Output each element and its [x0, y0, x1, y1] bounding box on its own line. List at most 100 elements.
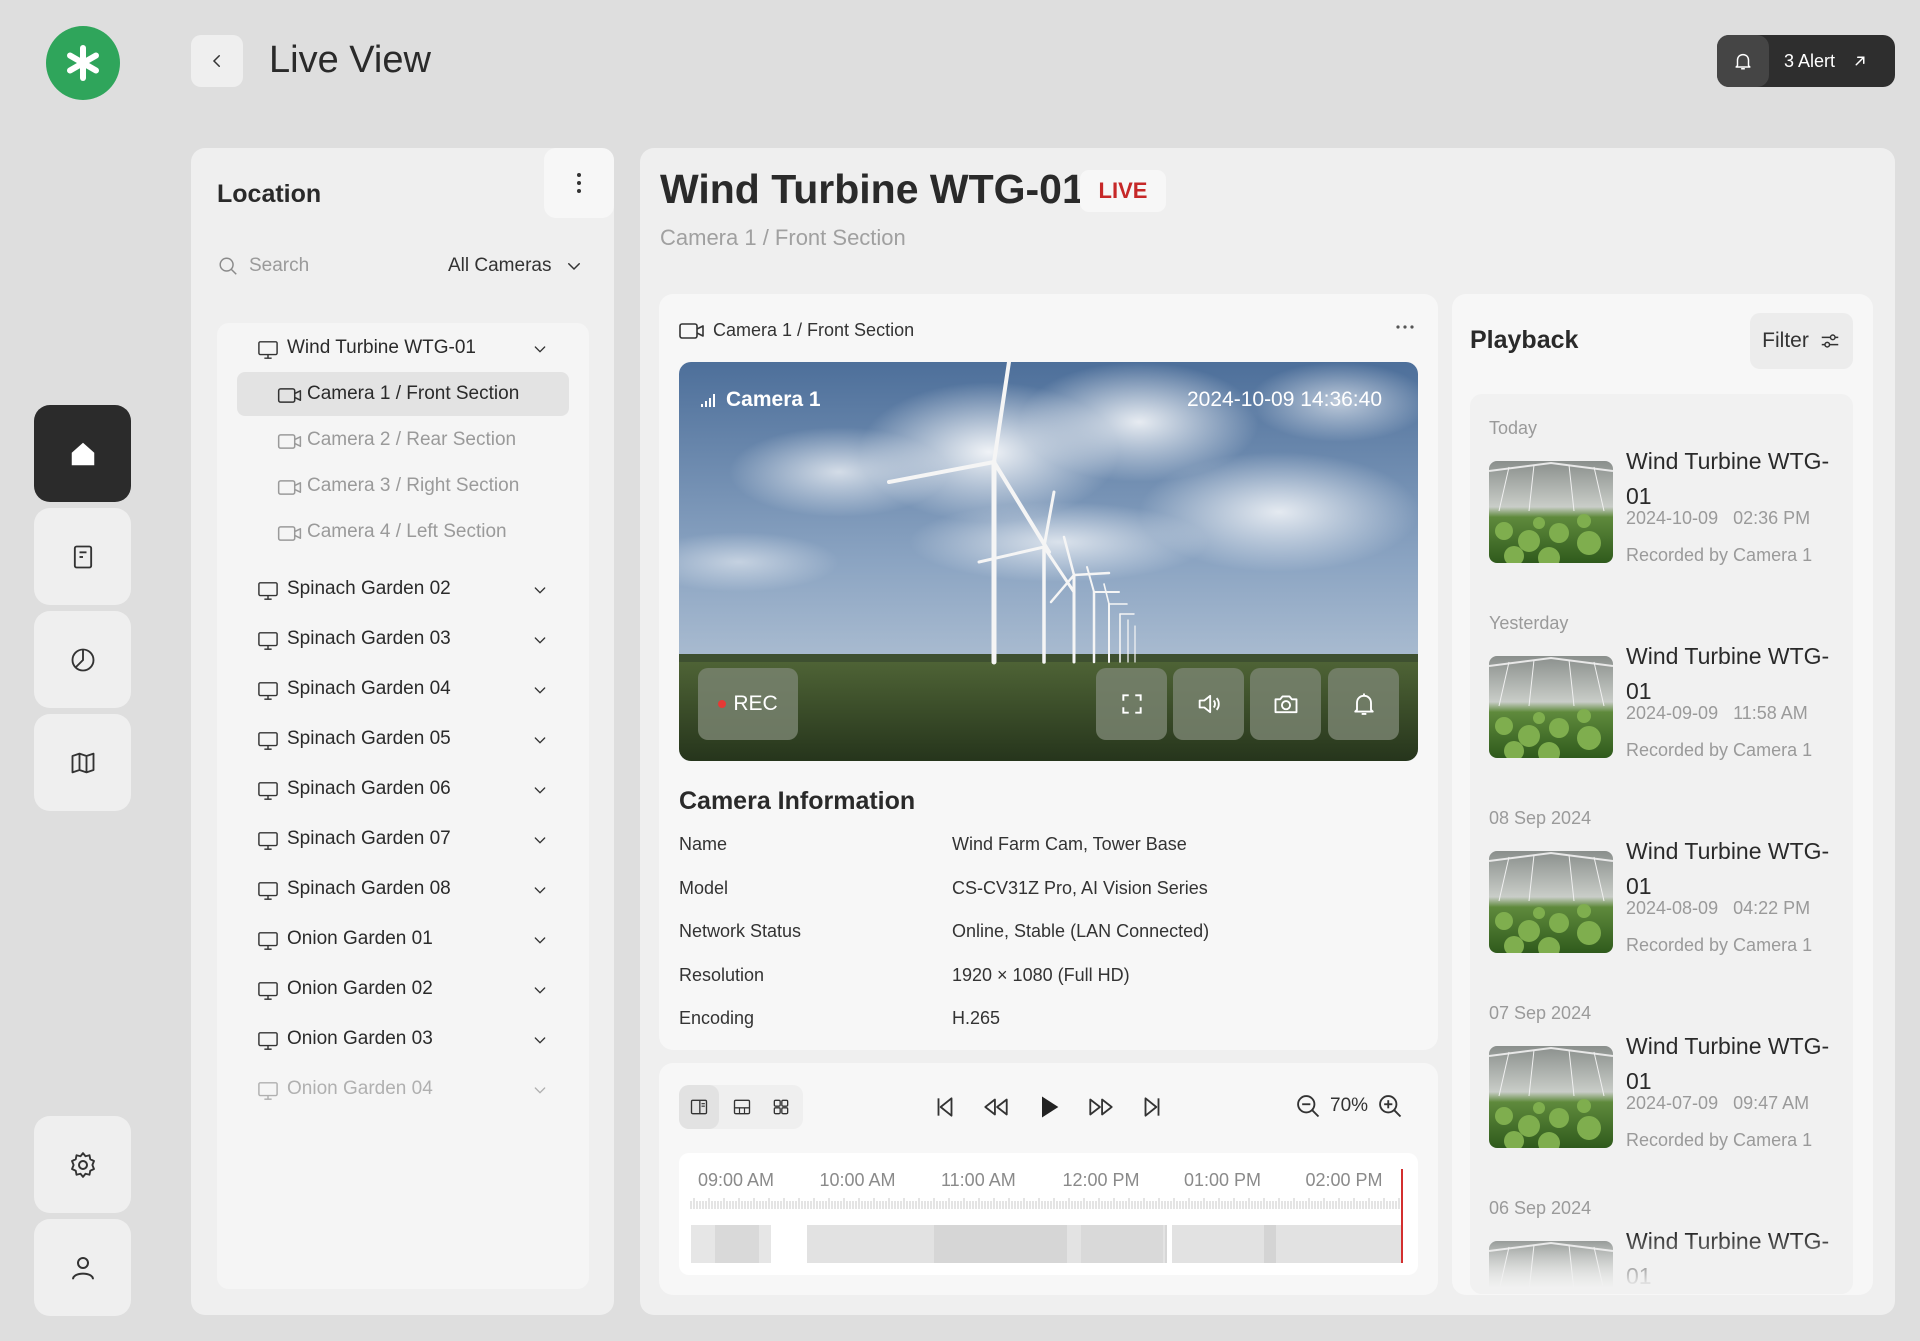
- location-search[interactable]: Search: [217, 255, 309, 277]
- chevron-down-icon[interactable]: [532, 882, 548, 898]
- tree-group-item[interactable]: Spinach Garden 03: [217, 616, 589, 662]
- playback-list: Today Wind Turbine WTG-01 2024-10-09 02:36…: [1470, 394, 1853, 1294]
- camera-info-value: H.265: [952, 1008, 1001, 1028]
- chevron-down-icon[interactable]: [532, 932, 548, 948]
- tree-group-label: Spinach Garden 04: [287, 678, 451, 699]
- playback-date-label: 07 Sep 2024: [1489, 1003, 1592, 1023]
- skip-back-button[interactable]: [930, 1092, 960, 1122]
- chevron-down-icon[interactable]: [532, 832, 548, 848]
- arrow-up-right-icon: [1855, 56, 1865, 66]
- chevron-down-icon[interactable]: [532, 782, 548, 798]
- nav-home-button[interactable]: [34, 405, 131, 502]
- fullscreen-button[interactable]: [1096, 668, 1167, 740]
- playback-item[interactable]: Today Wind Turbine WTG-01 2024-10-09 02:36…: [1470, 394, 1853, 584]
- playback-item[interactable]: Yesterday Wind Turbine WTG-01 2024-09-09 1…: [1470, 589, 1853, 779]
- camera-card-header: Camera 1 / Front Section: [679, 320, 914, 341]
- search-placeholder: Search: [249, 255, 310, 276]
- playback-date-label: 06 Sep 2024: [1489, 1198, 1592, 1218]
- back-button[interactable]: [191, 35, 243, 87]
- record-button[interactable]: REC: [698, 668, 798, 740]
- playback-item[interactable]: 08 Sep 2024 Wind Turbine WTG-01 2024-08-09…: [1470, 784, 1853, 974]
- playback-thumbnail[interactable]: [1489, 851, 1613, 953]
- monitor-icon: [257, 981, 279, 1001]
- tree-group-item[interactable]: Spinach Garden 06: [217, 766, 589, 812]
- alarm-button[interactable]: [1328, 668, 1399, 740]
- timeline-hour-label: 09:00 AM: [698, 1170, 775, 1190]
- tree-group-item[interactable]: Onion Garden 03: [217, 1016, 589, 1062]
- tree-group-label: Spinach Garden 06: [287, 778, 451, 799]
- alerts-button[interactable]: 3 Alert: [1717, 35, 1895, 87]
- monitor-icon: [257, 681, 279, 701]
- camera-card-more-button[interactable]: [1395, 324, 1415, 330]
- chevron-down-icon[interactable]: [532, 1082, 548, 1098]
- tree-group-item[interactable]: Onion Garden 04: [217, 1066, 589, 1112]
- tree-camera-item[interactable]: Camera 2 / Rear Section: [237, 418, 569, 462]
- playback-filter-button[interactable]: Filter: [1750, 313, 1853, 369]
- chevron-down-icon: [568, 263, 581, 271]
- playback-item-title: Wind Turbine WTG-01: [1626, 448, 1830, 509]
- user-icon: [71, 1256, 94, 1280]
- search-icon: [219, 257, 237, 275]
- tree-group-item[interactable]: Spinach Garden 08: [217, 866, 589, 912]
- timeline-hour-label: 12:00 PM: [1062, 1170, 1140, 1190]
- camera-filter-label: All Cameras: [448, 255, 552, 276]
- fast-forward-button[interactable]: [1086, 1092, 1116, 1122]
- rewind-button[interactable]: [981, 1092, 1011, 1122]
- chevron-down-icon[interactable]: [532, 682, 548, 698]
- nav-map-button[interactable]: [34, 714, 131, 811]
- tree-group-item[interactable]: Spinach Garden 02: [217, 566, 589, 612]
- recording-segment: [1172, 1225, 1402, 1263]
- play-button[interactable]: [1034, 1092, 1064, 1122]
- chevron-down-icon[interactable]: [532, 632, 548, 648]
- tree-group-item[interactable]: Spinach Garden 05: [217, 716, 589, 762]
- page-title: Live View: [269, 39, 431, 81]
- volume-icon: [1198, 694, 1220, 714]
- playback-thumbnail[interactable]: [1489, 1046, 1613, 1148]
- chevron-down-icon[interactable]: [532, 341, 548, 357]
- skip-forward-button[interactable]: [1137, 1092, 1167, 1122]
- monitor-icon: [257, 340, 279, 360]
- monitor-icon: [257, 831, 279, 851]
- tree-camera-item[interactable]: Camera 3 / Right Section: [237, 464, 569, 508]
- tree-camera-item[interactable]: Camera 1 / Front Section: [237, 372, 569, 416]
- timeline-hour-label: 10:00 AM: [819, 1170, 896, 1190]
- tree-group-item[interactable]: Spinach Garden 04: [217, 666, 589, 712]
- volume-button[interactable]: [1173, 668, 1244, 740]
- zoom-in-icon[interactable]: [1376, 1092, 1404, 1120]
- nav-profile-button[interactable]: [34, 1219, 131, 1316]
- playback-thumbnail[interactable]: [1489, 461, 1613, 563]
- nav-settings-button[interactable]: [34, 1116, 131, 1213]
- chevron-down-icon[interactable]: [532, 732, 548, 748]
- filter-label: Filter: [1762, 329, 1809, 352]
- tree-group-item[interactable]: Onion Garden 01: [217, 916, 589, 962]
- snapshot-button[interactable]: [1250, 668, 1321, 740]
- view-mode-grid[interactable]: [761, 1085, 801, 1129]
- tree-group-item[interactable]: Wind Turbine WTG-01: [217, 325, 589, 371]
- chevron-down-icon[interactable]: [532, 582, 548, 598]
- playback-item-source: Recorded by Camera 1: [1626, 740, 1813, 760]
- app-logo[interactable]: [46, 26, 120, 100]
- kebab-menu-icon: [577, 173, 581, 193]
- playback-date-label: Yesterday: [1489, 613, 1569, 633]
- tree-group-item[interactable]: Spinach Garden 07: [217, 816, 589, 862]
- video-camera-icon: [277, 387, 303, 404]
- monitor-icon: [257, 781, 279, 801]
- skip-forward-icon: [1144, 1097, 1160, 1117]
- playback-item[interactable]: 07 Sep 2024 Wind Turbine WTG-01 2024-07-09…: [1470, 979, 1853, 1169]
- view-mode-split[interactable]: [722, 1085, 762, 1129]
- camera-filter-dropdown[interactable]: All Cameras: [448, 255, 583, 277]
- chevron-down-icon[interactable]: [532, 1032, 548, 1048]
- location-menu-button[interactable]: [544, 148, 614, 218]
- nav-reports-button[interactable]: [34, 508, 131, 605]
- camera-info-key: Network Status: [679, 921, 802, 941]
- tree-group-label: Spinach Garden 02: [287, 578, 451, 599]
- playback-item-time: 2024-09-09 11:58 AM: [1626, 703, 1808, 723]
- tree-group-item[interactable]: Onion Garden 02: [217, 966, 589, 1012]
- view-mode-single[interactable]: [679, 1085, 719, 1129]
- playback-thumbnail[interactable]: [1489, 656, 1613, 758]
- tree-camera-item[interactable]: Camera 4 / Left Section: [237, 510, 569, 554]
- timeline-hour-label: 02:00 PM: [1305, 1170, 1383, 1190]
- zoom-out-icon[interactable]: [1294, 1092, 1322, 1120]
- nav-analytics-button[interactable]: [34, 611, 131, 708]
- chevron-down-icon[interactable]: [532, 982, 548, 998]
